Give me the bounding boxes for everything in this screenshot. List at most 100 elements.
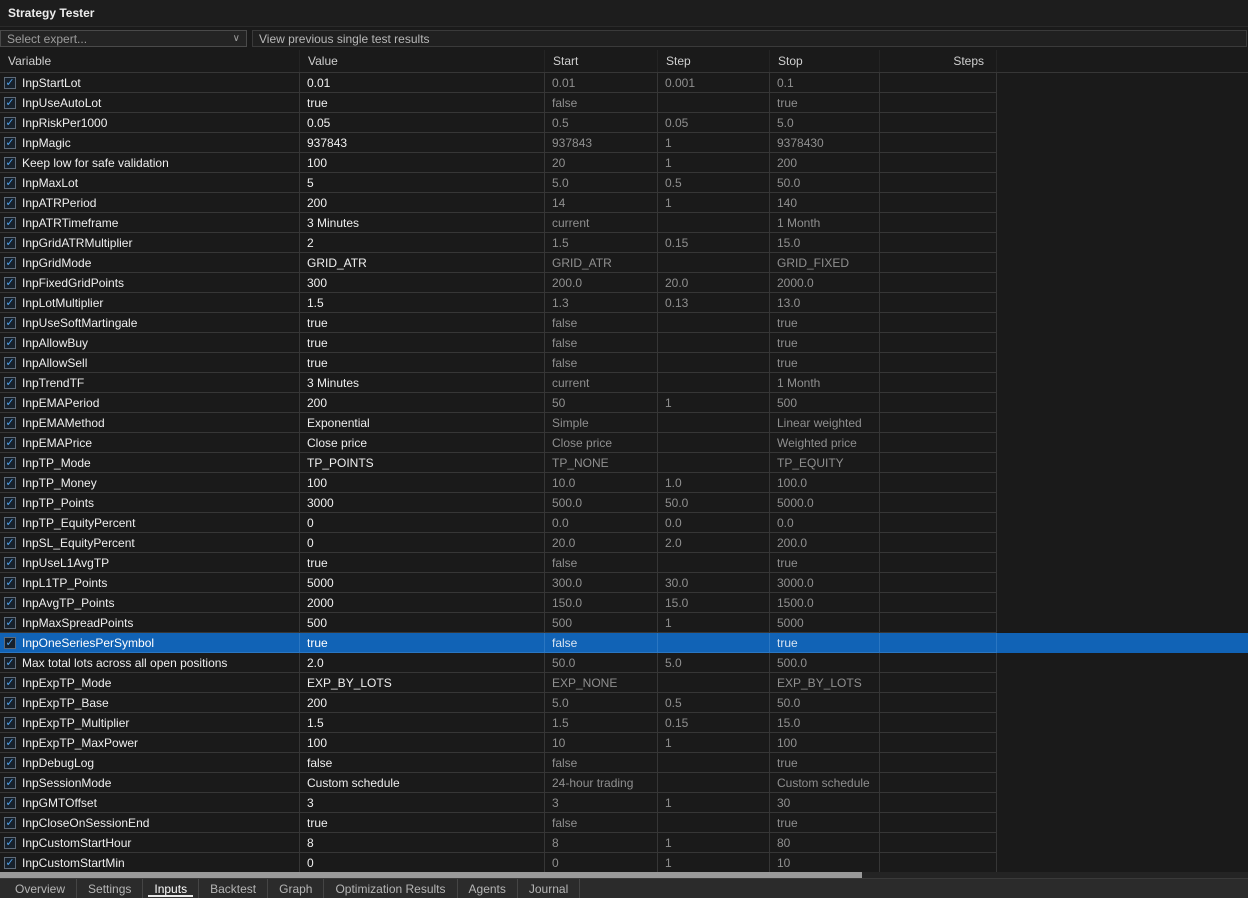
start-cell[interactable]: 14 [545,193,658,213]
table-row[interactable]: ✓ InpOneSeriesPerSymbol true false true [0,633,1248,653]
start-cell[interactable]: 10 [545,733,658,753]
table-row[interactable]: ✓ InpTP_Money 100 10.0 1.0 100.0 [0,473,1248,493]
steps-cell[interactable] [880,693,997,713]
step-cell[interactable] [658,213,770,233]
table-row[interactable]: ✓ InpAllowSell true false true [0,353,1248,373]
start-cell[interactable]: false [545,753,658,773]
stop-cell[interactable]: 200.0 [770,533,880,553]
step-cell[interactable] [658,413,770,433]
tab-journal[interactable]: Journal [518,879,581,898]
steps-cell[interactable] [880,433,997,453]
value-cell[interactable]: true [300,313,545,333]
steps-cell[interactable] [880,233,997,253]
table-row[interactable]: ✓ InpSessionMode Custom schedule 24-hour… [0,773,1248,793]
checkbox-checked-icon[interactable]: ✓ [4,316,16,329]
value-cell[interactable]: EXP_BY_LOTS [300,673,545,693]
steps-cell[interactable] [880,273,997,293]
step-cell[interactable]: 20.0 [658,273,770,293]
value-cell[interactable]: 100 [300,473,545,493]
start-cell[interactable]: false [545,633,658,653]
steps-cell[interactable] [880,73,997,93]
stop-cell[interactable]: 3000.0 [770,573,880,593]
steps-cell[interactable] [880,553,997,573]
value-cell[interactable]: 100 [300,153,545,173]
column-header-step[interactable]: Step [658,50,770,72]
checkbox-checked-icon[interactable]: ✓ [4,556,16,569]
table-row[interactable]: ✓ InpCloseOnSessionEnd true false true [0,813,1248,833]
step-cell[interactable] [658,93,770,113]
checkbox-checked-icon[interactable]: ✓ [4,836,16,849]
value-cell[interactable]: 200 [300,393,545,413]
table-row[interactable]: ✓ InpEMAPeriod 200 50 1 500 [0,393,1248,413]
start-cell[interactable]: 0.0 [545,513,658,533]
stop-cell[interactable]: true [770,333,880,353]
checkbox-checked-icon[interactable]: ✓ [4,816,16,829]
steps-cell[interactable] [880,413,997,433]
step-cell[interactable]: 2.0 [658,533,770,553]
stop-cell[interactable]: 100 [770,733,880,753]
start-cell[interactable]: false [545,93,658,113]
column-header-stop[interactable]: Stop [770,50,880,72]
start-cell[interactable]: 300.0 [545,573,658,593]
stop-cell[interactable]: 140 [770,193,880,213]
steps-cell[interactable] [880,633,997,653]
stop-cell[interactable]: 50.0 [770,693,880,713]
start-cell[interactable]: 20 [545,153,658,173]
start-cell[interactable]: 0.5 [545,113,658,133]
checkbox-checked-icon[interactable]: ✓ [4,296,16,309]
value-cell[interactable]: true [300,633,545,653]
start-cell[interactable]: 8 [545,833,658,853]
stop-cell[interactable]: 500.0 [770,653,880,673]
checkbox-checked-icon[interactable]: ✓ [4,396,16,409]
step-cell[interactable]: 0.001 [658,73,770,93]
stop-cell[interactable]: 10 [770,853,880,872]
stop-cell[interactable]: Custom schedule [770,773,880,793]
tab-optimization-results[interactable]: Optimization Results [324,879,458,898]
step-cell[interactable]: 30.0 [658,573,770,593]
checkbox-checked-icon[interactable]: ✓ [4,776,16,789]
value-cell[interactable]: true [300,553,545,573]
step-cell[interactable]: 0.15 [658,233,770,253]
steps-cell[interactable] [880,453,997,473]
step-cell[interactable]: 1 [658,853,770,872]
tab-settings[interactable]: Settings [77,879,144,898]
table-row[interactable]: ✓ InpLotMultiplier 1.5 1.3 0.13 13.0 [0,293,1248,313]
stop-cell[interactable]: true [770,633,880,653]
value-cell[interactable]: 200 [300,693,545,713]
steps-cell[interactable] [880,793,997,813]
value-cell[interactable]: 2.0 [300,653,545,673]
table-row[interactable]: ✓ InpUseAutoLot true false true [0,93,1248,113]
stop-cell[interactable]: 13.0 [770,293,880,313]
start-cell[interactable]: 5.0 [545,693,658,713]
step-cell[interactable]: 1 [658,193,770,213]
step-cell[interactable] [658,773,770,793]
step-cell[interactable] [658,353,770,373]
start-cell[interactable]: 50 [545,393,658,413]
table-row[interactable]: ✓ Max total lots across all open positio… [0,653,1248,673]
table-row[interactable]: ✓ InpTrendTF 3 Minutes current 1 Month [0,373,1248,393]
start-cell[interactable]: false [545,333,658,353]
steps-cell[interactable] [880,353,997,373]
value-cell[interactable]: 0 [300,853,545,872]
steps-cell[interactable] [880,533,997,553]
value-cell[interactable]: 2000 [300,593,545,613]
value-cell[interactable]: 200 [300,193,545,213]
start-cell[interactable]: Simple [545,413,658,433]
start-cell[interactable]: 24-hour trading [545,773,658,793]
table-row[interactable]: ✓ InpMaxSpreadPoints 500 500 1 5000 [0,613,1248,633]
checkbox-checked-icon[interactable]: ✓ [4,376,16,389]
value-cell[interactable]: 3 Minutes [300,213,545,233]
checkbox-checked-icon[interactable]: ✓ [4,476,16,489]
stop-cell[interactable]: true [770,753,880,773]
start-cell[interactable]: 150.0 [545,593,658,613]
step-cell[interactable] [658,673,770,693]
checkbox-checked-icon[interactable]: ✓ [4,456,16,469]
table-row[interactable]: ✓ InpATRPeriod 200 14 1 140 [0,193,1248,213]
value-cell[interactable]: 500 [300,613,545,633]
steps-cell[interactable] [880,333,997,353]
steps-cell[interactable] [880,613,997,633]
checkbox-checked-icon[interactable]: ✓ [4,96,16,109]
checkbox-checked-icon[interactable]: ✓ [4,236,16,249]
value-cell[interactable]: GRID_ATR [300,253,545,273]
checkbox-checked-icon[interactable]: ✓ [4,796,16,809]
